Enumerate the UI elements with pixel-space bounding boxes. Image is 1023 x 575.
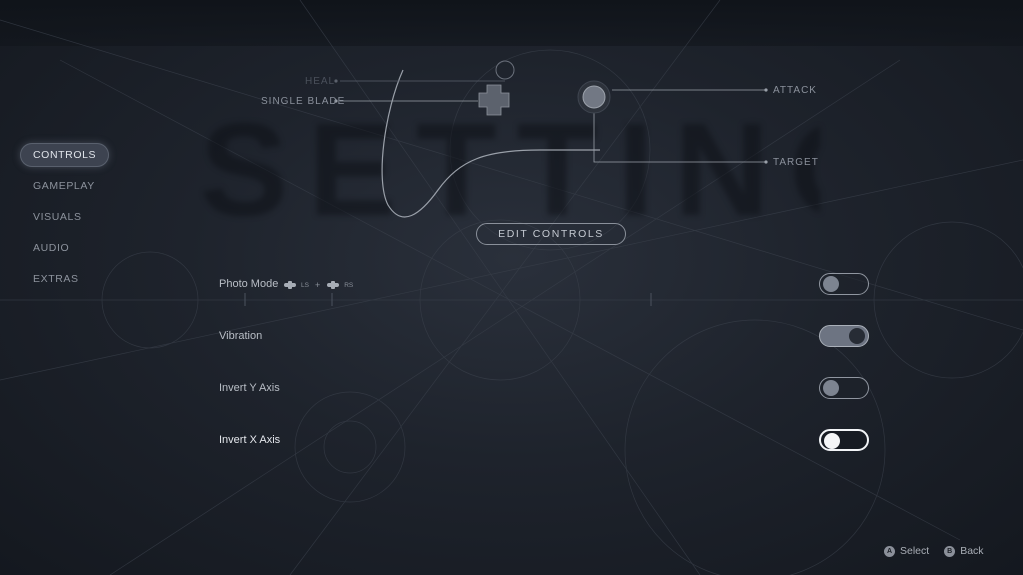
invert-y-toggle[interactable] [819, 377, 869, 399]
tab-gameplay[interactable]: GAMEPLAY [20, 174, 108, 198]
invert-x-toggle[interactable] [819, 429, 869, 451]
back-label: Back [960, 545, 984, 557]
analog-stick-icon [284, 281, 296, 289]
toggle-knob [824, 432, 840, 449]
setting-row-invert-y[interactable]: Invert Y Axis [219, 377, 871, 403]
select-prompt[interactable]: A Select [884, 545, 929, 557]
b-button-icon: B [944, 545, 956, 557]
single-blade-label: SINGLE BLADE [261, 96, 346, 107]
a-button-icon: A [884, 545, 895, 557]
settings-sidebar: CONTROLS GAMEPLAY VISUALS AUDIO EXTRAS [20, 143, 140, 298]
combo-right-stick: RS [344, 281, 354, 289]
tab-visuals[interactable]: VISUALS [20, 205, 95, 229]
setting-label: Invert Y Axis [219, 382, 280, 394]
combo-plus: + [314, 280, 321, 290]
vibration-toggle[interactable] [819, 325, 869, 347]
combo-left-stick: LS [301, 281, 309, 289]
attack-label: ATTACK [773, 85, 817, 96]
button-prompts: A Select B Back [884, 545, 984, 557]
target-label: TARGET [773, 157, 819, 168]
setting-label: Vibration [219, 330, 263, 342]
select-label: Select [900, 545, 930, 557]
tab-audio[interactable]: AUDIO [20, 236, 82, 260]
setting-row-photo-mode[interactable]: Photo Mode LS + RS [219, 273, 871, 299]
tab-controls[interactable]: CONTROLS [20, 143, 110, 167]
edit-controls-button[interactable]: EDIT CONTROLS [476, 223, 626, 245]
photo-mode-combo: LS + RS [283, 278, 353, 292]
toggle-knob [823, 276, 839, 292]
toggle-knob [849, 328, 865, 344]
setting-label: Invert X Axis [219, 434, 281, 446]
dpad-icon [478, 60, 515, 116]
setting-row-invert-x[interactable]: Invert X Axis [219, 429, 871, 455]
photo-mode-toggle[interactable] [819, 273, 869, 295]
setting-label: Photo Mode [219, 278, 279, 290]
analog-stick-icon [327, 281, 340, 289]
tab-extras[interactable]: EXTRAS [20, 267, 92, 291]
face-button-icon [577, 80, 611, 114]
heal-label: HEAL [305, 76, 336, 87]
back-prompt[interactable]: B Back [944, 545, 984, 557]
setting-row-vibration[interactable]: Vibration [219, 325, 871, 351]
settings-screen: SETTINGS HEAL SINGLE BLADE ATTACK TARGET… [0, 0, 1023, 575]
toggle-knob [823, 380, 839, 396]
